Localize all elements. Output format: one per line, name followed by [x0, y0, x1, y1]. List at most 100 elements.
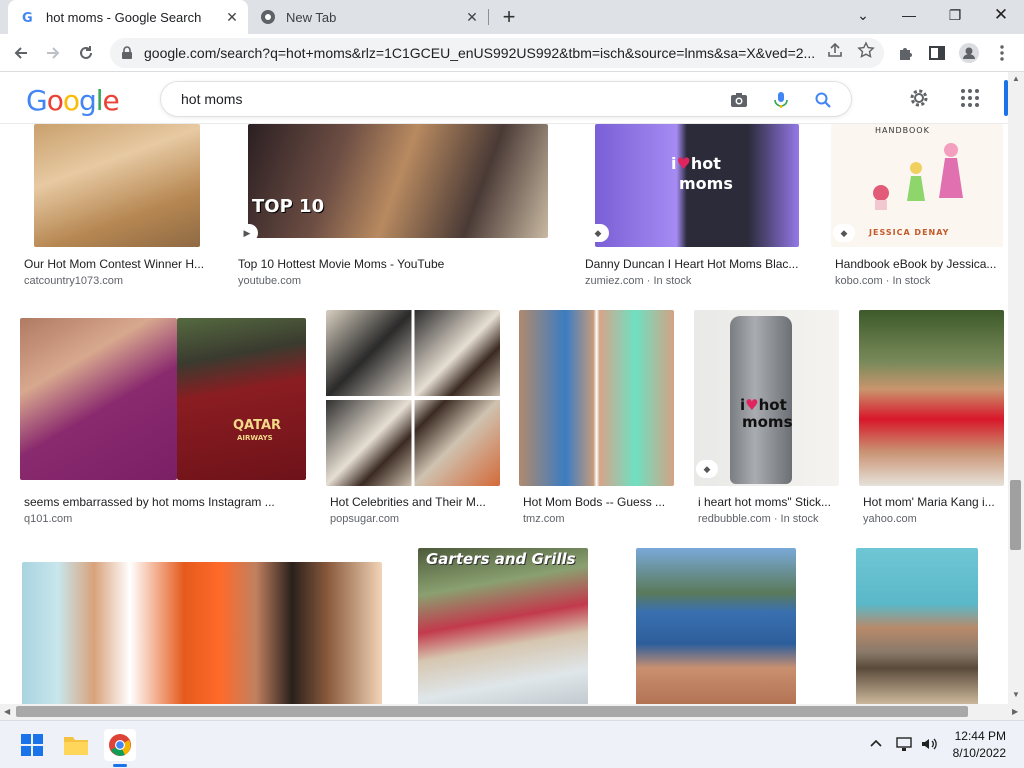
restore-button[interactable]: ❐: [932, 0, 978, 30]
image-result[interactable]: [830, 548, 1008, 704]
back-arrow-icon[interactable]: [8, 40, 34, 66]
result-thumbnail[interactable]: [20, 318, 177, 480]
close-tab-icon[interactable]: ✕: [462, 7, 482, 27]
windows-taskbar: 12:44 PM 8/10/2022: [0, 720, 1024, 768]
result-thumbnail[interactable]: QATAR AIRWAYS: [177, 318, 306, 480]
microphone-icon[interactable]: [771, 90, 791, 110]
result-source: catcountry1073.com: [24, 275, 124, 287]
scroll-left-arrow-icon[interactable]: ◀: [4, 707, 10, 716]
result-thumbnail[interactable]: [34, 124, 200, 247]
clock-time: 12:44 PM: [954, 729, 1006, 743]
clock-date: 8/10/2022: [952, 746, 1006, 760]
address-bar[interactable]: google.com/search?q=hot+moms&rlz=1C1GCEU…: [110, 38, 884, 68]
image-result[interactable]: Hot mom' Maria Kang i... yahoo.com: [859, 310, 1008, 530]
search-input[interactable]: hot moms: [181, 91, 242, 107]
product-tag-icon: ◆: [587, 224, 609, 242]
result-thumbnail[interactable]: HANDBOOK JESSICA DENAY: [831, 124, 1003, 247]
result-caption[interactable]: Hot Mom Bods -- Guess ...: [523, 495, 673, 509]
url-text: google.com/search?q=hot+moms&rlz=1C1GCEU…: [144, 45, 814, 61]
chrome-favicon-icon: [260, 9, 276, 25]
scroll-down-arrow-icon[interactable]: ▼: [1012, 690, 1020, 699]
vertical-scrollbar[interactable]: [1008, 72, 1024, 704]
extensions-puzzle-icon[interactable]: [895, 42, 917, 64]
book-illustration: [873, 143, 963, 210]
bookmark-star-icon[interactable]: [857, 41, 875, 59]
forward-arrow-icon[interactable]: [40, 40, 66, 66]
browser-tabbar: G hot moms - Google Search ✕ New Tab ✕ +…: [0, 0, 1024, 34]
chrome-taskbar-icon[interactable]: [104, 729, 136, 761]
result-thumbnail[interactable]: [326, 310, 500, 486]
image-result[interactable]: i♥hot moms ◆ Danny Duncan I Heart Hot Mo…: [581, 124, 811, 294]
search-icon[interactable]: [813, 90, 833, 110]
image-result[interactable]: i♥hot moms ◆ i heart hot moms" Stick... …: [694, 310, 844, 530]
close-window-button[interactable]: ✕: [978, 0, 1024, 30]
scroll-up-arrow-icon[interactable]: ▲: [1012, 74, 1020, 83]
image-result[interactable]: Hot Celebrities and Their M... popsugar.…: [326, 310, 504, 530]
tab-divider: [488, 9, 489, 25]
image-result[interactable]: HANDBOOK JESSICA DENAY ◆ Handbook eBook …: [831, 124, 1008, 294]
result-source: yahoo.com: [863, 513, 917, 525]
search-box[interactable]: hot moms: [160, 81, 852, 117]
image-result[interactable]: Garters and Grills: [404, 548, 604, 704]
google-header: Google hot moms: [0, 72, 1008, 124]
image-results-grid: Our Hot Mom Contest Winner H... catcount…: [0, 124, 1008, 704]
scroll-right-arrow-icon[interactable]: ▶: [1012, 707, 1018, 716]
new-tab-button[interactable]: +: [497, 4, 521, 29]
product-tag-icon: ◆: [833, 224, 855, 242]
volume-icon[interactable]: [920, 735, 938, 753]
image-result[interactable]: [622, 548, 812, 704]
camera-icon[interactable]: [729, 90, 749, 110]
result-thumbnail[interactable]: i♥hot moms: [595, 124, 799, 247]
share-icon[interactable]: [826, 41, 844, 59]
active-app-indicator: [113, 764, 127, 767]
google-favicon-icon: G: [20, 9, 36, 25]
result-source: youtube.com: [238, 275, 301, 287]
result-caption[interactable]: Top 10 Hottest Movie Moms - YouTube: [238, 257, 558, 271]
close-tab-icon[interactable]: ✕: [222, 7, 242, 27]
result-source: popsugar.com: [330, 513, 400, 525]
tab-search-chevron-icon[interactable]: ⌄: [840, 0, 886, 30]
show-hidden-icons-chevron-icon[interactable]: [867, 735, 885, 753]
video-play-icon: ▶: [236, 224, 258, 242]
image-result[interactable]: QATAR AIRWAYS seems embarrassed by hot m…: [20, 310, 310, 530]
chrome-menu-icon[interactable]: [991, 42, 1013, 64]
result-thumbnail[interactable]: [636, 548, 796, 704]
result-source: q101.com: [24, 513, 73, 525]
result-thumbnail[interactable]: [22, 562, 382, 704]
result-thumbnail[interactable]: Garters and Grills: [418, 548, 588, 704]
windows-start-icon[interactable]: [16, 729, 48, 761]
horizontal-scroll-thumb[interactable]: [16, 706, 968, 717]
tab-new-tab[interactable]: New Tab ✕: [250, 0, 488, 34]
result-caption[interactable]: Handbook eBook by Jessica...: [835, 257, 1005, 271]
sign-in-button-edge[interactable]: [1004, 80, 1008, 116]
result-source: redbubble.com · In stock: [698, 513, 819, 525]
apps-grid-icon[interactable]: [958, 86, 982, 110]
result-thumbnail[interactable]: [859, 310, 1004, 486]
side-panel-icon[interactable]: [926, 42, 948, 64]
system-clock[interactable]: 12:44 PM 8/10/2022: [953, 728, 1006, 762]
result-caption[interactable]: Hot Celebrities and Their M...: [330, 495, 500, 509]
file-explorer-icon[interactable]: [60, 729, 92, 761]
tab-google-search[interactable]: G hot moms - Google Search ✕: [8, 0, 248, 34]
result-caption[interactable]: Our Hot Mom Contest Winner H...: [24, 257, 210, 271]
result-source: zumiez.com · In stock: [585, 275, 692, 287]
minimize-button[interactable]: —: [886, 0, 932, 30]
settings-gear-icon[interactable]: [907, 86, 931, 110]
result-thumbnail[interactable]: i♥hot moms: [694, 310, 839, 486]
network-icon[interactable]: [895, 735, 913, 753]
result-thumbnail[interactable]: [519, 310, 674, 486]
image-result[interactable]: Hot Mom Bods -- Guess ... tmz.com: [519, 310, 677, 530]
result-caption[interactable]: seems embarrassed by hot moms Instagram …: [24, 495, 306, 509]
result-caption[interactable]: Danny Duncan I Heart Hot Moms Blac...: [585, 257, 807, 271]
image-result[interactable]: [20, 548, 385, 704]
reload-icon[interactable]: [73, 40, 99, 66]
result-thumbnail[interactable]: TOP 10: [248, 124, 548, 238]
image-result[interactable]: TOP 10 ▶ Top 10 Hottest Movie Moms - You…: [234, 124, 564, 294]
result-caption[interactable]: Hot mom' Maria Kang i...: [863, 495, 1003, 509]
profile-avatar-icon[interactable]: [958, 42, 980, 64]
vertical-scroll-thumb[interactable]: [1010, 480, 1021, 550]
result-caption[interactable]: i heart hot moms" Stick...: [698, 495, 840, 509]
google-logo[interactable]: Google: [26, 84, 120, 117]
image-result[interactable]: Our Hot Mom Contest Winner H... catcount…: [20, 124, 215, 294]
result-thumbnail[interactable]: [856, 548, 978, 704]
